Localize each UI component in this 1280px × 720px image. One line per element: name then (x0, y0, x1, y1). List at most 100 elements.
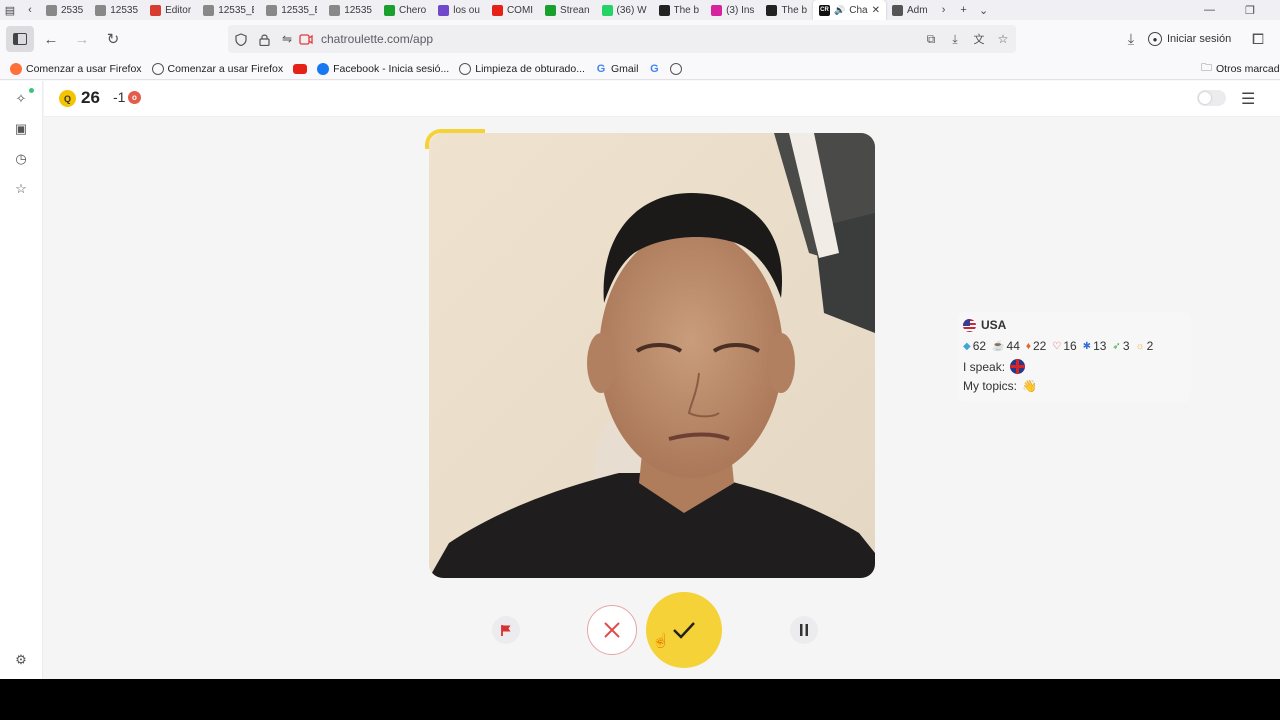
tab-label: Strean (560, 4, 590, 16)
partner-video (429, 133, 875, 578)
back-icon[interactable]: ← (37, 26, 65, 52)
tab-favicon-icon: CR (819, 4, 831, 16)
theme-toggle[interactable] (1197, 90, 1226, 106)
tab-list-icon[interactable]: ▤ (0, 0, 20, 20)
minimize-icon[interactable]: — (1204, 0, 1215, 20)
bookmark-item[interactable] (288, 63, 312, 74)
pause-button[interactable] (790, 616, 818, 644)
tab[interactable]: 12535_Bas (260, 0, 323, 20)
coin-balance: 26 (81, 88, 100, 107)
bookmark-label: Limpieza de obturado... (475, 62, 585, 75)
tab[interactable]: The b (653, 0, 706, 20)
new-tab-icon[interactable]: + (954, 0, 974, 20)
partner-languages: I speak: (963, 359, 1026, 374)
scroll-tabs-right-icon[interactable]: › (934, 0, 954, 20)
account-icon: ● (1148, 32, 1162, 46)
reload-icon[interactable]: ↻ (99, 26, 127, 52)
bookmark-item[interactable]: Comenzar a usar Firefox (147, 62, 289, 75)
partner-stats: ◆ 62 ☕ 44 ♦ 22 ♡ 16 ✱ 13 ➶ 3 ☼ 2 (963, 339, 1153, 353)
globe-icon (670, 62, 683, 75)
audio-playing-icon[interactable]: 🔊 (834, 5, 845, 16)
tab[interactable]: los ou (432, 0, 486, 20)
youtube-icon (293, 63, 308, 74)
address-bar[interactable]: ⇋ chatroulette.com/app ⧉ ⤓ 文 ☆ (228, 25, 1016, 53)
restore-icon[interactable]: ❐ (1245, 0, 1255, 20)
tab[interactable]: (36) W (596, 0, 653, 20)
tab-favicon-icon (658, 4, 670, 16)
bookmark-label: Comenzar a usar Firefox (26, 62, 142, 75)
tab[interactable]: 12535_Bas (197, 0, 260, 20)
scroll-tabs-left-icon[interactable]: ‹ (20, 0, 40, 20)
tab-favicon-icon (266, 4, 278, 16)
google-icon: G (596, 62, 606, 75)
tab[interactable]: 12535 (323, 0, 378, 20)
tab[interactable]: Editor (144, 0, 197, 20)
country-name: USA (981, 318, 1007, 332)
tab[interactable]: COMI (486, 0, 539, 20)
sidebar-toggle-icon[interactable] (6, 26, 34, 52)
browser-window: ▤ ‹ 2535 12535 Editor 12535_Bas 12535_Bas 125… (0, 0, 1280, 679)
downloads-icon[interactable]: ⤓ (1117, 26, 1145, 52)
stat-value: 2 (1146, 339, 1154, 353)
url-text[interactable]: chatroulette.com/app (321, 32, 433, 46)
sun-icon: ☼ (1135, 340, 1145, 352)
picture-in-picture-icon[interactable]: ⧉ (923, 31, 939, 47)
close-tab-icon[interactable]: ✕ (872, 5, 880, 16)
tab[interactable]: Strean (539, 0, 595, 20)
globe-icon (151, 62, 164, 75)
other-bookmarks-folder[interactable]: 🗀 Otros marcad (1196, 59, 1280, 78)
bookmark-item[interactable]: Limpieza de obturado... (454, 62, 590, 75)
bookmarks-bar: Comenzar a usar Firefox Comenzar a usar F… (0, 58, 1280, 80)
sign-in-button[interactable]: ● Iniciar sesión (1148, 28, 1231, 50)
bookmark-item[interactable] (665, 62, 687, 75)
usa-flag-icon (963, 318, 976, 332)
tab-label: 2535 (61, 4, 84, 16)
app-sidebar: ✧ ▣ ◷ ☆ ⚙ (0, 81, 43, 679)
tab[interactable]: Chero (378, 0, 432, 20)
tag-icon: ♦ (1025, 340, 1031, 352)
filters-sliders-icon[interactable]: ☰ (1241, 89, 1255, 109)
cup-icon: ☕ (992, 340, 1005, 352)
tab[interactable]: The b (760, 0, 813, 20)
close-icon (604, 622, 620, 638)
tab[interactable]: 2535 (40, 0, 89, 20)
save-page-icon[interactable]: ⤓ (947, 31, 963, 47)
stat-value: 3 (1122, 339, 1130, 353)
report-button[interactable] (492, 616, 520, 644)
bookmark-item[interactable]: G Gmail (590, 63, 643, 75)
skip-button[interactable] (587, 605, 637, 655)
tab-overflow-icon[interactable]: ⌄ (974, 0, 994, 20)
forward-icon[interactable]: → (68, 26, 96, 52)
tab-favicon-icon (150, 4, 162, 16)
tab[interactable]: 12535 (89, 0, 144, 20)
tracking-shield-icon[interactable] (233, 31, 249, 47)
app-top-bar (44, 81, 1280, 117)
camera-sharing-icon[interactable] (298, 31, 314, 47)
chats-icon[interactable]: ▣ (12, 120, 30, 138)
bookmark-item[interactable]: G (643, 63, 665, 75)
tab-label: los ou (453, 4, 480, 16)
extensions-icon[interactable]: ⧠ (1244, 26, 1272, 52)
settings-gear-icon[interactable]: ⚙ (12, 651, 30, 669)
bookmark-star-icon[interactable]: ☆ (995, 31, 1011, 47)
lock-icon[interactable] (256, 31, 272, 47)
bookmark-item[interactable]: Facebook - Inicia sesió... (312, 62, 454, 75)
permissions-icon[interactable]: ⇋ (279, 31, 295, 47)
online-dot (29, 88, 34, 93)
sparkle-icon[interactable]: ✧ (12, 90, 30, 108)
accept-button[interactable] (646, 592, 722, 668)
favorites-star-icon[interactable]: ☆ (12, 180, 30, 198)
checkmark-icon (673, 622, 695, 639)
bookmark-item[interactable]: Comenzar a usar Firefox (5, 62, 147, 75)
tab-favicon-icon (438, 4, 450, 16)
tab-favicon-icon (384, 4, 395, 16)
history-clock-icon[interactable]: ◷ (12, 150, 30, 168)
stat-value: 16 (1063, 339, 1077, 353)
tab-label: (3) Ins (726, 4, 755, 16)
tab[interactable]: Adm (886, 0, 934, 20)
google-icon: G (650, 62, 659, 75)
tab[interactable]: (3) Ins (705, 0, 760, 20)
stat-value: 44 (1006, 339, 1020, 353)
tab-active[interactable]: CR 🔊 Cha ✕ (813, 0, 886, 20)
translate-icon[interactable]: 文 (971, 31, 987, 47)
